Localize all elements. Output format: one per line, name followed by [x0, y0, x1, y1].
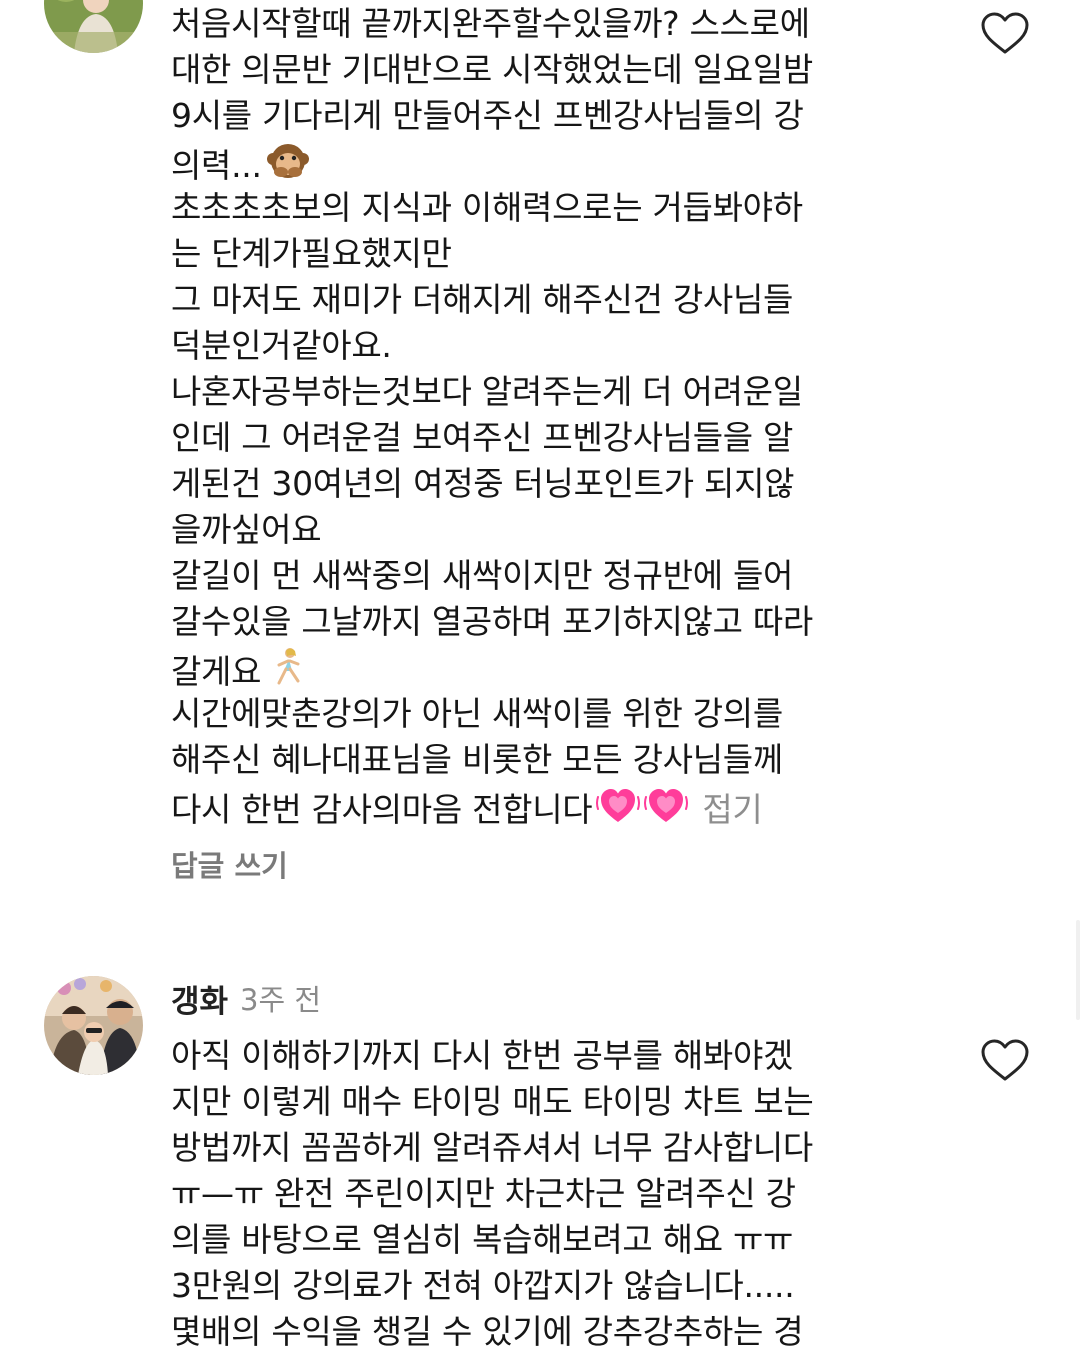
- comment-text-line: 갈수있을 그날까지 열공하며 포기하지않고 따라: [171, 599, 891, 645]
- comment-text-segment: 갈길이 먼 새싹중의 새싹이지만 정규반에 들어: [171, 556, 794, 595]
- comment-text-line: ㅠ—ㅠ 완전 주린이지만 차근차근 알려주신 강: [171, 1171, 891, 1217]
- comment-text-line: 지만 이렇게 매수 타이밍 매도 타이밍 차트 보는: [171, 1079, 891, 1125]
- comment-text-line: 시간에맞춘강의가 아닌 새싹이를 위한 강의를: [171, 691, 891, 737]
- comment-text-segment: 갈수있을 그날까지 열공하며 포기하지않고 따라: [171, 602, 813, 641]
- comment-text-segment: ㅠ—ㅠ 완전 주린이지만 차근차근 알려주신 강: [171, 1174, 796, 1213]
- comment-text-segment: 지만 이렇게 매수 타이밍 매도 타이밍 차트 보는: [171, 1082, 814, 1121]
- username[interactable]: 갱화: [171, 976, 228, 1021]
- comment-text-segment: 9시를 기다리게 만들어주신 프벤강사님들의 강: [171, 96, 804, 135]
- comment-text-segment: 는 단계가필요했지만: [171, 234, 452, 273]
- comment-text-line: 덕분인거같아요.: [171, 323, 891, 369]
- comment-text-segment: 을까싶어요: [171, 510, 322, 549]
- comment-text-line: 나혼자공부하는것보다 알려주는게 더 어려운일: [171, 369, 891, 415]
- like-heart-icon[interactable]: [980, 11, 1030, 55]
- comment-text-line: 갈게요: [171, 645, 891, 691]
- comment-text-segment: 시간에맞춘강의가 아닌 새싹이를 위한 강의를: [171, 694, 783, 733]
- comment-text-segment: 아직 이해하기까지 다시 한번 공부를 해봐야겠: [171, 1036, 794, 1075]
- timestamp: 3주 전: [240, 983, 322, 1017]
- avatar[interactable]: [44, 976, 143, 1075]
- comment-text-segment: 게된건 30여년의 여정중 터닝포인트가 되지않: [171, 464, 795, 503]
- comment-text-segment: 의를 바탕으로 열심히 복습해보려고 해요 ㅠㅠ: [171, 1220, 794, 1259]
- comment-text-segment: 나혼자공부하는것보다 알려주는게 더 어려운일: [171, 372, 803, 411]
- comment-text-segment: 처음시작할때 끝까지완주할수있을까? 스스로에: [171, 4, 810, 43]
- growing-heart-icon: [644, 783, 689, 839]
- growing-heart-icon: [596, 783, 641, 839]
- comment-text-line: 갈길이 먼 새싹중의 새싹이지만 정규반에 들어: [171, 553, 891, 599]
- comment-text-line: 다시 한번 감사의마음 전합니다 접기: [171, 783, 891, 829]
- comment-text-line: 9시를 기다리게 만들어주신 프벤강사님들의 강: [171, 93, 891, 139]
- comment-text-line: 아직 이해하기까지 다시 한번 공부를 해봐야겠: [171, 1033, 891, 1079]
- comment-text-segment: 갈게요: [171, 652, 262, 691]
- comment-text-segment: 의력...: [171, 146, 262, 185]
- comment-text-line: 대한 의문반 기대반으로 시작했었는데 일요일밤: [171, 47, 891, 93]
- comment-text-line: 의력...: [171, 139, 891, 185]
- comment-text-line: 3만원의 강의료가 전혀 아깝지가 않습니다.....: [171, 1263, 891, 1309]
- comment-text-segment: 방법까지 꼼꼼하게 알려쥬셔서 너무 감사합니다: [171, 1128, 813, 1167]
- scrollbar[interactable]: [1076, 920, 1080, 1020]
- comment-text-segment: 대한 의문반 기대반으로 시작했었는데 일요일밤: [171, 50, 813, 89]
- comment-text: 아직 이해하기까지 다시 한번 공부를 해봐야겠지만 이렇게 매수 타이밍 매도…: [171, 1033, 891, 1355]
- comment-text-line: 처음시작할때 끝까지완주할수있을까? 스스로에: [171, 1, 891, 47]
- avatar-image: [44, 0, 143, 53]
- comment-text: 처음시작할때 끝까지완주할수있을까? 스스로에대한 의문반 기대반으로 시작했었…: [171, 1, 891, 829]
- comment-text-line: 방법까지 꼼꼼하게 알려쥬셔서 너무 감사합니다: [171, 1125, 891, 1171]
- comment-text-segment: 인데 그 어려운걸 보여주신 프벤강사님들을 알: [171, 418, 794, 457]
- comment-text-segment: 몇배의 수익을 챙길 수 있기에 강추강추하는 경: [171, 1312, 804, 1351]
- comment-text-segment: 그 마저도 재미가 더해지게 해주신건 강사님들: [171, 280, 794, 319]
- comment-text-line: 을까싶어요: [171, 507, 891, 553]
- comment-text-line: 의를 바탕으로 열심히 복습해보려고 해요 ㅠㅠ: [171, 1217, 891, 1263]
- collapse-button[interactable]: 접기: [702, 790, 762, 829]
- like-heart-icon[interactable]: [980, 1038, 1030, 1082]
- comment-header: 갱화 3주 전: [171, 976, 891, 1020]
- comment-text-segment: 다시 한번 감사의마음 전합니다: [171, 790, 593, 829]
- avatar-image: [44, 976, 143, 1075]
- comment-text-line: 인데 그 어려운걸 보여주신 프벤강사님들을 알: [171, 415, 891, 461]
- comment-text-segment: 초초초초보의 지식과 이해력으로는 거듭봐야하: [171, 188, 803, 227]
- comment-text-line: 해주신 혜나대표님을 비롯한 모든 강사님들께: [171, 737, 891, 783]
- comment-text-line: 게된건 30여년의 여정중 터닝포인트가 되지않: [171, 461, 891, 507]
- comment-text-segment: 해주신 혜나대표님을 비롯한 모든 강사님들께: [171, 740, 783, 779]
- avatar[interactable]: [44, 0, 143, 53]
- comment-text-segment: 덕분인거같아요.: [171, 326, 392, 365]
- comment-text-line: 몇배의 수익을 챙길 수 있기에 강추강추하는 경: [171, 1309, 891, 1355]
- comment-text-line: 초초초초보의 지식과 이해력으로는 거듭봐야하: [171, 185, 891, 231]
- comment-text-line: 그 마저도 재미가 더해지게 해주신건 강사님들: [171, 277, 891, 323]
- reply-button[interactable]: 답글 쓰기: [171, 843, 288, 885]
- comment-text-line: 는 단계가필요했지만: [171, 231, 891, 277]
- comment-text-segment: 3만원의 강의료가 전혀 아깝지가 않습니다.....: [171, 1266, 795, 1305]
